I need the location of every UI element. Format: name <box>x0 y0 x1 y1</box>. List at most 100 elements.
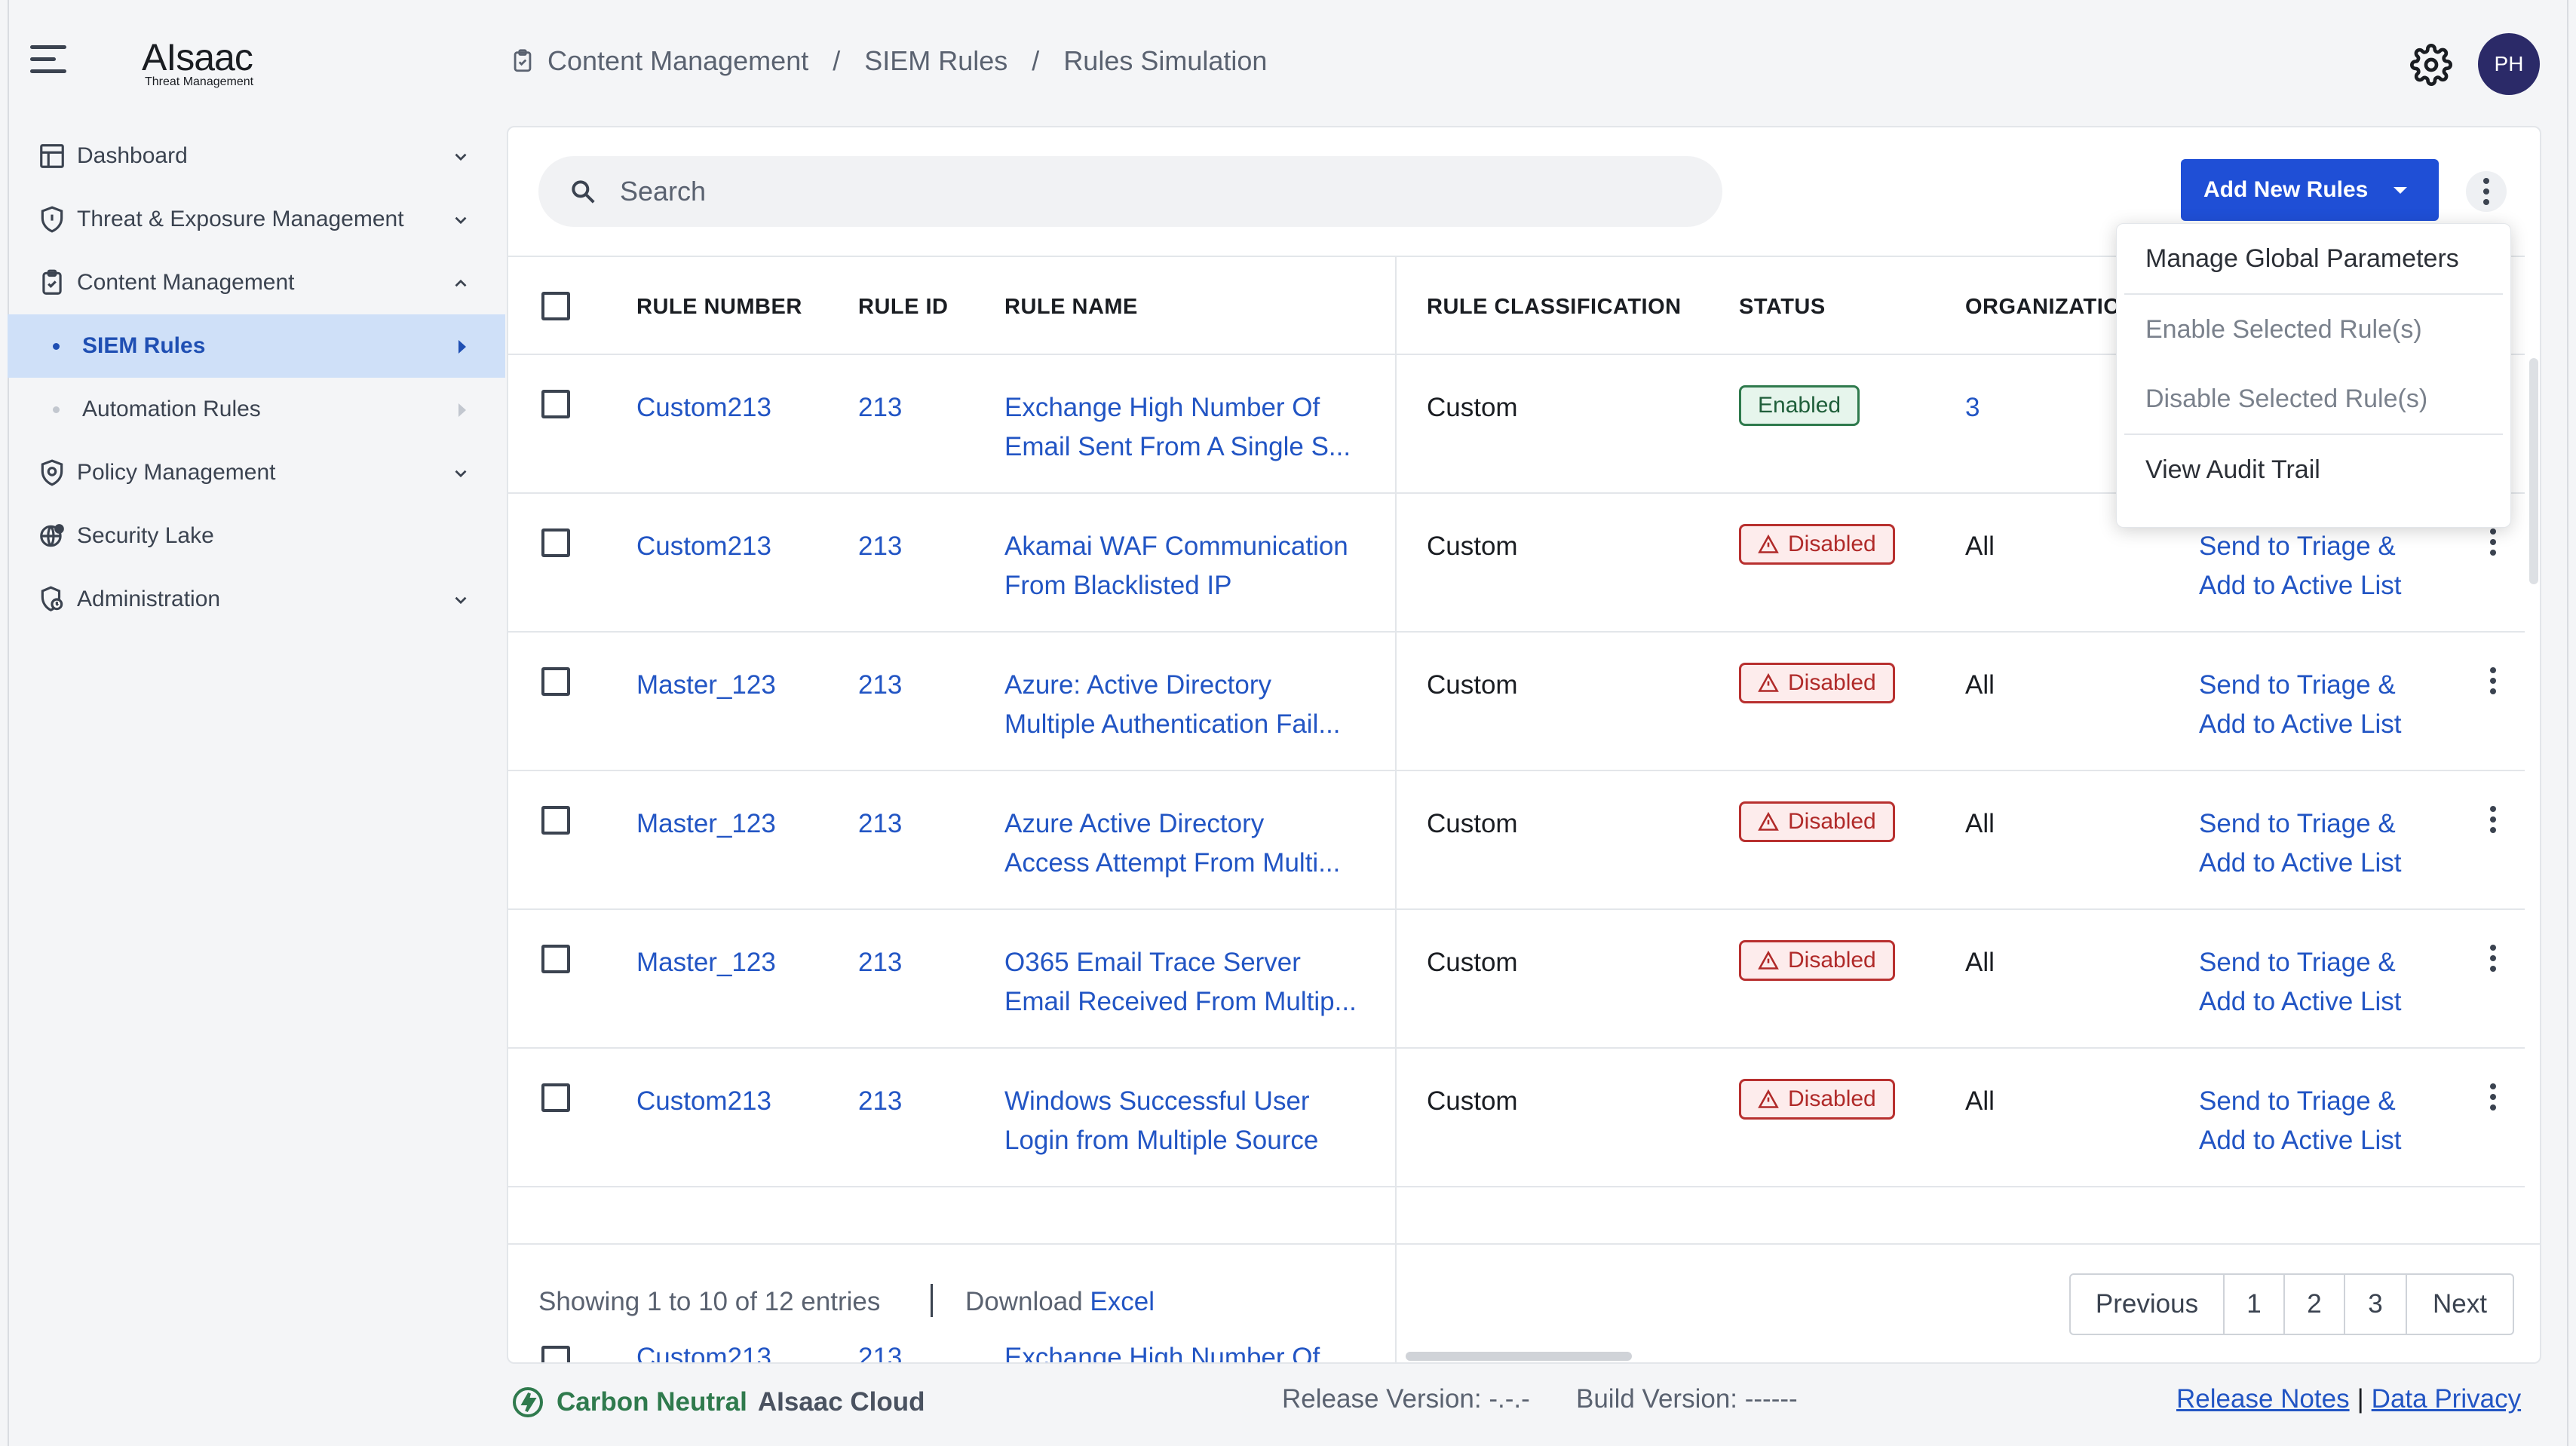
search-input[interactable] <box>620 176 1600 207</box>
row-checkbox[interactable] <box>541 528 570 557</box>
download-section: Download Excel <box>965 1287 1155 1317</box>
action-line: Send to Triage & <box>2199 809 2396 838</box>
app-logo: AIsaac Threat Management <box>142 36 253 89</box>
action-link[interactable]: Send to Triage & Add to Active List <box>2199 527 2401 605</box>
sidebar-item-threat-exposure[interactable]: Threat & Exposure Management <box>8 188 505 251</box>
cloud-label: AIsaac Cloud <box>757 1387 925 1417</box>
rule-number-link[interactable]: Master_123 <box>636 943 776 982</box>
sidebar-item-administration[interactable]: Administration <box>8 568 505 631</box>
pagination: Previous 1 2 3 Next <box>2069 1273 2514 1335</box>
header-rule-id[interactable]: RULE ID <box>858 295 949 320</box>
rule-number-link[interactable]: Master_123 <box>636 666 776 705</box>
data-privacy-link[interactable]: Data Privacy <box>2372 1384 2521 1414</box>
vertical-scrollbar[interactable] <box>2529 358 2538 584</box>
rule-name-line: Login from Multiple Source <box>1004 1126 1319 1155</box>
row-checkbox[interactable] <box>541 390 570 418</box>
breadcrumb-item-content-management[interactable]: Content Management <box>547 45 808 77</box>
status-label: Disabled <box>1788 809 1876 834</box>
organization-value: All <box>1965 809 1995 838</box>
menu-item-enable-selected[interactable]: Enable Selected Rule(s) <box>2117 295 2510 364</box>
rule-number-link[interactable]: Custom213 <box>636 1082 771 1121</box>
menu-toggle-icon[interactable] <box>30 45 75 83</box>
more-options-icon[interactable] <box>2466 171 2507 212</box>
build-version: Build Version: ------ <box>1576 1384 1798 1414</box>
select-all-checkbox[interactable] <box>541 292 570 320</box>
release-notes-link[interactable]: Release Notes <box>2176 1384 2350 1414</box>
pagination-next[interactable]: Next <box>2407 1275 2513 1334</box>
sidebar-item-policy-management[interactable]: Policy Management <box>8 441 505 504</box>
pagination-page-1[interactable]: 1 <box>2225 1275 2285 1334</box>
rule-name-line: Akamai WAF Communication <box>1004 532 1348 561</box>
sidebar-item-automation-rules[interactable]: Automation Rules <box>8 378 505 441</box>
add-new-rules-label: Add New Rules <box>2203 177 2369 202</box>
warning-icon <box>1758 672 1779 692</box>
header-rule-number[interactable]: RULE NUMBER <box>636 295 802 320</box>
menu-item-manage-global-parameters[interactable]: Manage Global Parameters <box>2117 224 2510 293</box>
rule-name-link[interactable]: Azure: Active Directory Multiple Authenti… <box>1004 666 1341 744</box>
rule-id-link[interactable]: 213 <box>858 388 902 427</box>
row-more-icon[interactable] <box>2490 1083 2496 1111</box>
rule-id-link[interactable]: 213 <box>858 666 902 705</box>
download-excel-link[interactable]: Excel <box>1090 1287 1155 1316</box>
sidebar-item-security-lake[interactable]: Security Lake <box>8 504 505 568</box>
row-more-icon[interactable] <box>2490 667 2496 694</box>
rule-id-link[interactable]: 213 <box>858 527 902 566</box>
status-badge: Disabled <box>1739 524 1895 565</box>
rule-number-link[interactable]: Custom213 <box>636 388 771 427</box>
header-rule-classification[interactable]: RULE CLASSIFICATION <box>1427 295 1682 320</box>
sidebar-item-siem-rules[interactable]: SIEM Rules <box>8 314 505 378</box>
clipboard-icon <box>42 269 62 295</box>
caret-down-icon <box>2394 186 2408 194</box>
brand-name: AIsaac <box>142 36 253 78</box>
row-checkbox[interactable] <box>541 667 570 696</box>
gear-icon[interactable] <box>2410 44 2452 86</box>
search-bar[interactable] <box>538 156 1722 227</box>
rule-id-link[interactable]: 213 <box>858 804 902 844</box>
rule-name-link[interactable]: Windows Successful User Login from Multip… <box>1004 1082 1318 1160</box>
rule-id-link[interactable]: 213 <box>858 943 902 982</box>
row-checkbox[interactable] <box>541 945 570 973</box>
menu-item-view-audit-trail[interactable]: View Audit Trail <box>2117 435 2510 504</box>
breadcrumb-item-siem-rules[interactable]: SIEM Rules <box>864 45 1007 77</box>
chevron-up-icon <box>455 279 467 287</box>
rule-classification: Custom <box>1427 809 1518 838</box>
action-line: Send to Triage & <box>2199 1086 2396 1116</box>
user-avatar[interactable]: PH <box>2478 33 2540 95</box>
sidebar-item-content-management[interactable]: Content Management <box>8 251 505 314</box>
rule-name-link[interactable]: Exchange High Number Of Email Sent From A… <box>1004 388 1351 467</box>
row-checkbox[interactable] <box>541 1083 570 1112</box>
row-more-icon[interactable] <box>2490 528 2496 556</box>
action-line: Add to Active List <box>2199 709 2402 739</box>
caret-right-icon <box>458 340 466 354</box>
rule-number-link[interactable]: Custom213 <box>636 527 771 566</box>
rule-name-link[interactable]: Azure Active Directory Access Attempt Fro… <box>1004 804 1340 883</box>
header-status[interactable]: STATUS <box>1739 295 1826 320</box>
sidebar-item-label: Threat & Exposure Management <box>77 207 404 231</box>
rule-name-link[interactable]: Akamai WAF Communication From Blacklisted… <box>1004 527 1348 605</box>
pagination-page-2[interactable]: 2 <box>2285 1275 2345 1334</box>
rule-id-link[interactable]: 213 <box>858 1082 902 1121</box>
action-link[interactable]: Send to Triage & Add to Active List <box>2199 943 2401 1022</box>
action-link[interactable]: Send to Triage & Add to Active List <box>2199 666 2401 744</box>
action-link[interactable]: Send to Triage & Add to Active List <box>2199 804 2401 883</box>
table-row: Master_123 213 O365 Email Trace Server Em… <box>508 910 2525 1049</box>
sidebar-item-dashboard[interactable]: Dashboard <box>8 124 505 188</box>
menu-item-disable-selected[interactable]: Disable Selected Rule(s) <box>2117 364 2510 433</box>
action-link[interactable]: Send to Triage & Add to Active List <box>2199 1082 2401 1160</box>
pagination-page-3[interactable]: 3 <box>2345 1275 2407 1334</box>
organization-value: All <box>1965 532 1995 561</box>
rule-number-link[interactable]: Master_123 <box>636 804 776 844</box>
row-more-icon[interactable] <box>2490 806 2496 833</box>
header-rule-name[interactable]: RULE NAME <box>1004 295 1138 320</box>
add-new-rules-button[interactable]: Add New Rules <box>2181 159 2439 221</box>
row-more-icon[interactable] <box>2490 945 2496 972</box>
chevron-down-icon <box>455 596 467 605</box>
row-checkbox[interactable] <box>541 806 570 835</box>
pagination-previous[interactable]: Previous <box>2071 1275 2225 1334</box>
more-options-menu: Manage Global Parameters Enable Selected… <box>2116 223 2511 528</box>
sidebar-item-label: Dashboard <box>77 143 188 168</box>
header-organization[interactable]: ORGANIZATIO <box>1965 295 2121 320</box>
entries-summary: Showing 1 to 10 of 12 entries <box>538 1287 881 1316</box>
organization-link[interactable]: 3 <box>1965 388 1980 427</box>
rule-name-link[interactable]: O365 Email Trace Server Email Received Fr… <box>1004 943 1357 1022</box>
